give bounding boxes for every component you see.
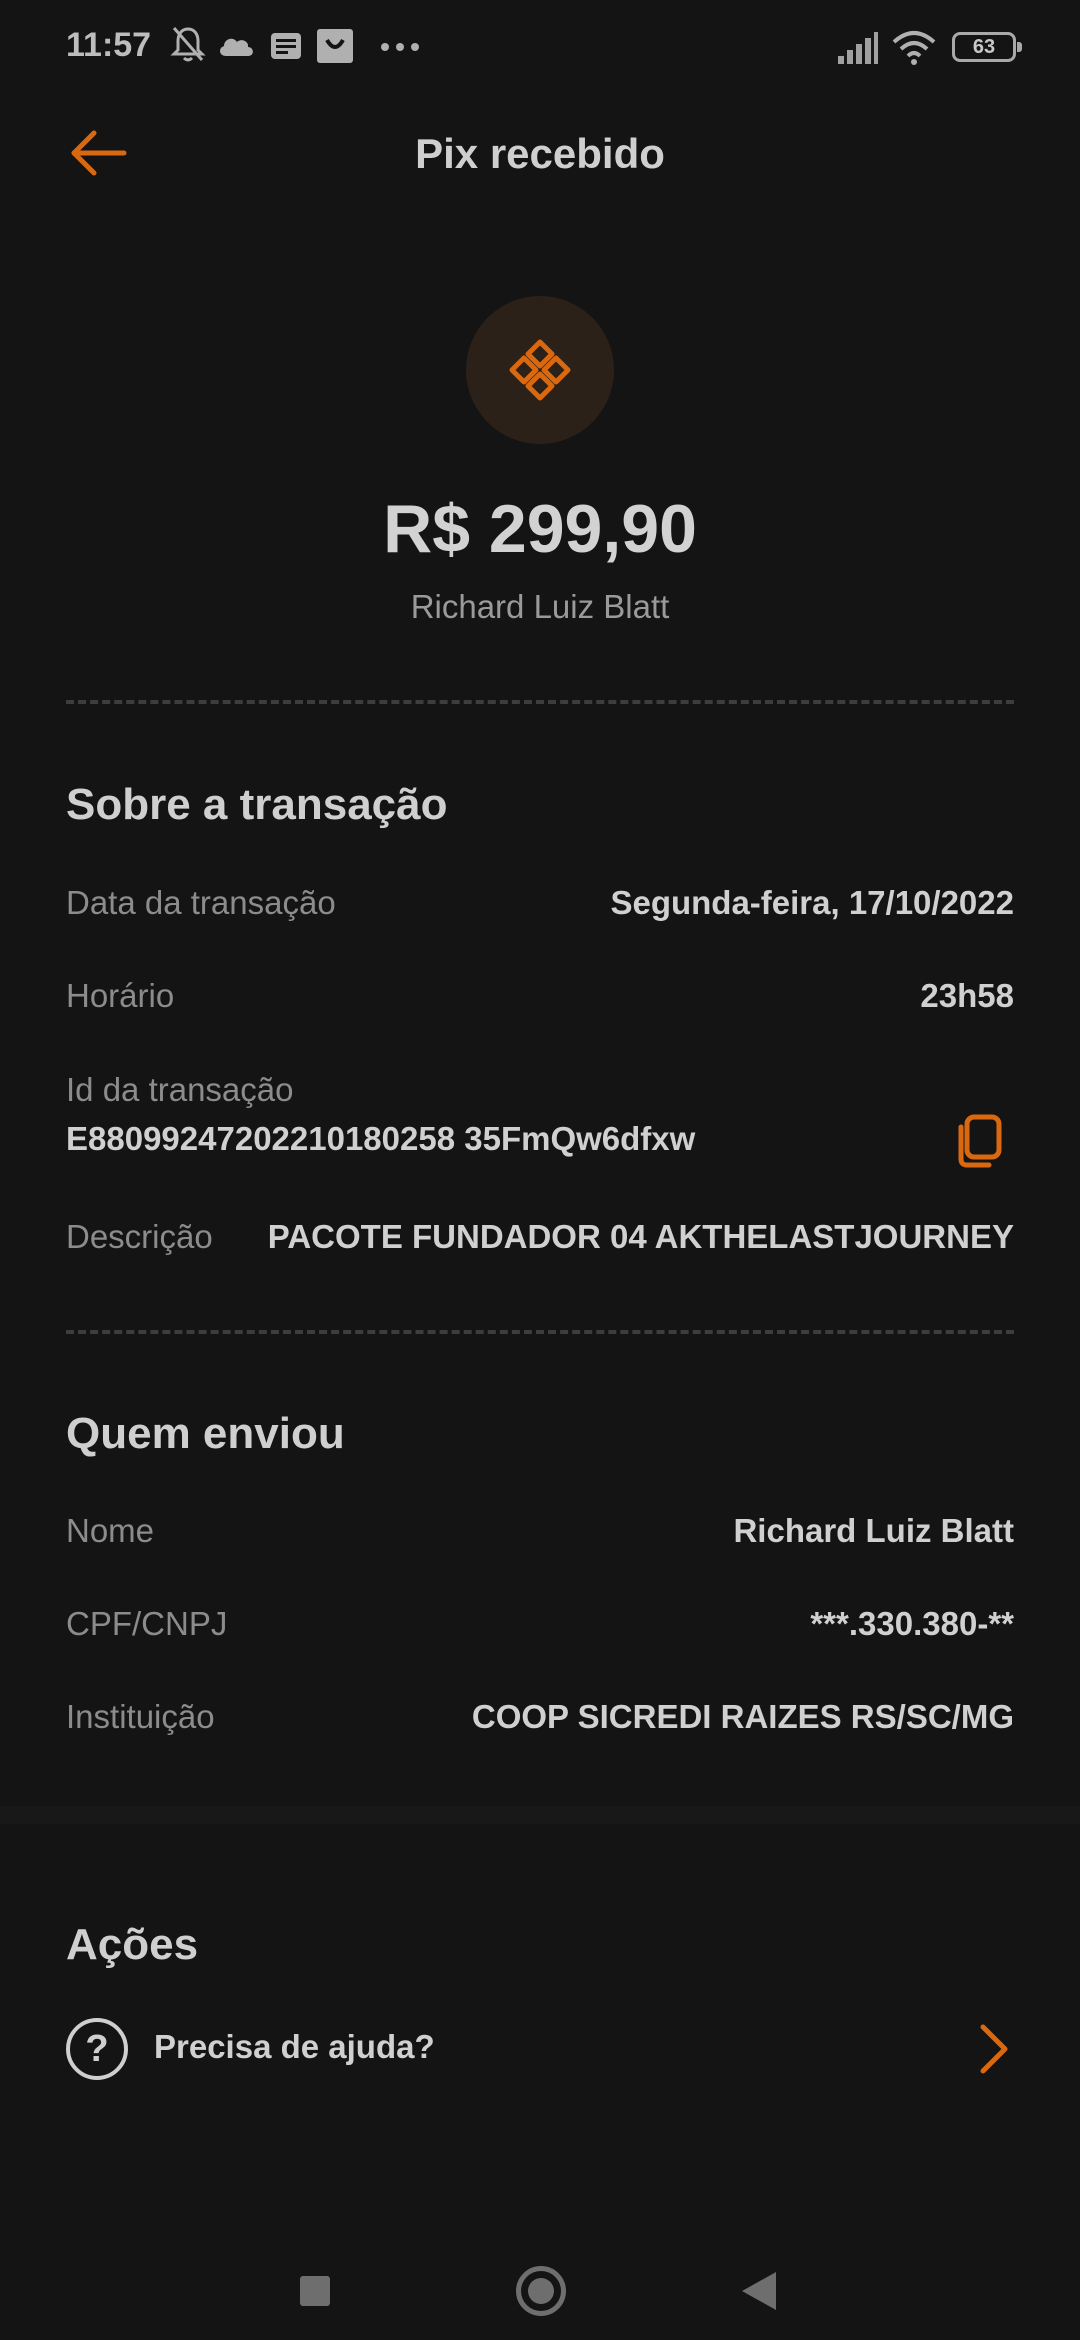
home-icon[interactable] [516, 2266, 566, 2316]
pix-logo-icon [509, 339, 571, 401]
pix-receipt-screen: 11:57 63 Pix recebido R$ 299,90 Richard … [0, 0, 1080, 2340]
amount-value: R$ 299,90 [383, 491, 697, 567]
time-label: Horário [66, 977, 175, 1014]
bag-icon [317, 29, 353, 63]
section-title-sender: Quem enviou [66, 1409, 345, 1458]
institution-label: Instituição [66, 1698, 215, 1735]
help-question-icon: ? [66, 2018, 128, 2080]
date-label: Data da transação [66, 884, 336, 921]
system-back-icon[interactable] [742, 2272, 776, 2310]
copy-id-button[interactable] [944, 1108, 1010, 1174]
transaction-id-label: Id da transação [66, 1071, 294, 1108]
section-separator [0, 1806, 1080, 1824]
section-title-transaction: Sobre a transação [66, 780, 448, 829]
transaction-id-value: E88099247202210180258 35FmQw6dfxw [66, 1120, 696, 1157]
hero-sender-name: Richard Luiz Blatt [410, 588, 670, 625]
bell-off-icon [170, 27, 206, 62]
description-label: Descrição [66, 1218, 213, 1255]
page-title: Pix recebido [415, 130, 665, 177]
help-label: Precisa de ajuda? [154, 2028, 435, 2065]
time-value: 23h58 [920, 977, 1014, 1014]
cpf-cnpj-label: CPF/CNPJ [66, 1605, 228, 1642]
recent-apps-icon[interactable] [300, 2276, 330, 2306]
status-bar: 11:57 63 [0, 0, 1080, 96]
wifi-icon [892, 31, 936, 65]
dashed-divider [66, 700, 1014, 704]
battery-level: 63 [972, 36, 996, 58]
battery-indicator: 63 [952, 32, 1022, 62]
institution-value: COOP SICREDI RAIZES RS/SC/MG [471, 1698, 1014, 1735]
section-title-actions: Ações [66, 1920, 199, 1969]
signal-icon [838, 32, 878, 64]
description-value: PACOTE FUNDADOR 04 AKTHELASTJOURNEY [267, 1218, 1014, 1255]
cloud-icon [220, 38, 253, 56]
sender-name-label: Nome [66, 1512, 155, 1549]
status-time: 11:57 [66, 26, 152, 64]
date-value: Segunda-feira, 17/10/2022 [610, 884, 1014, 921]
system-navigation-bar [0, 2220, 1080, 2340]
cpf-cnpj-value: ***.330.380-** [810, 1605, 1014, 1642]
more-dots-icon [381, 43, 419, 51]
dashed-divider [66, 1330, 1014, 1334]
sender-name-value: Richard Luiz Blatt [733, 1512, 1014, 1549]
copy-icon [958, 1114, 1002, 1168]
chevron-right-icon [974, 2018, 1014, 2080]
news-icon [271, 33, 301, 59]
pix-logo-badge [466, 296, 614, 444]
help-action-row[interactable]: ? Precisa de ajuda? [66, 2014, 1014, 2086]
